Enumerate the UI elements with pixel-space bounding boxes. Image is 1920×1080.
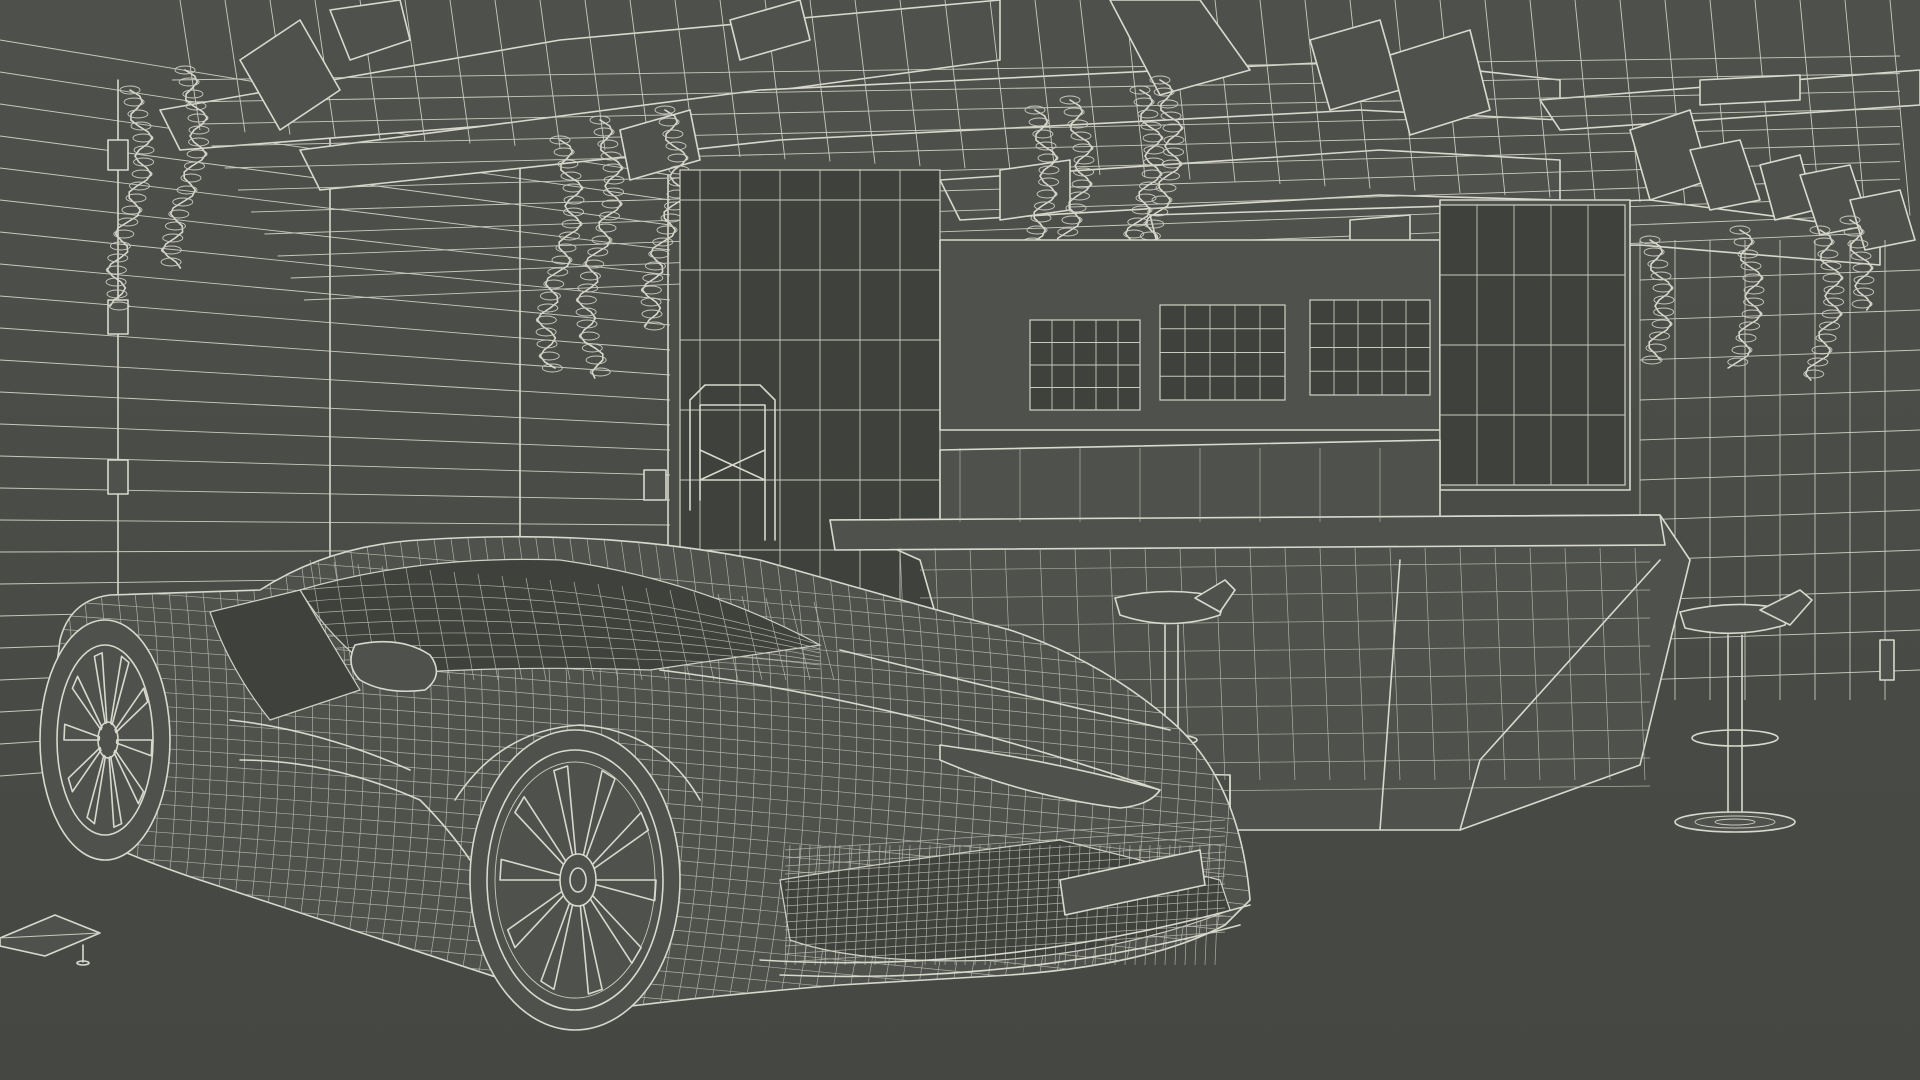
rear-wheel	[39, 619, 171, 861]
render-canvas	[0, 0, 1920, 1031]
front-wheel	[469, 729, 681, 1031]
wireframe-render	[0, 0, 1920, 1080]
floor-plate	[0, 914, 101, 966]
